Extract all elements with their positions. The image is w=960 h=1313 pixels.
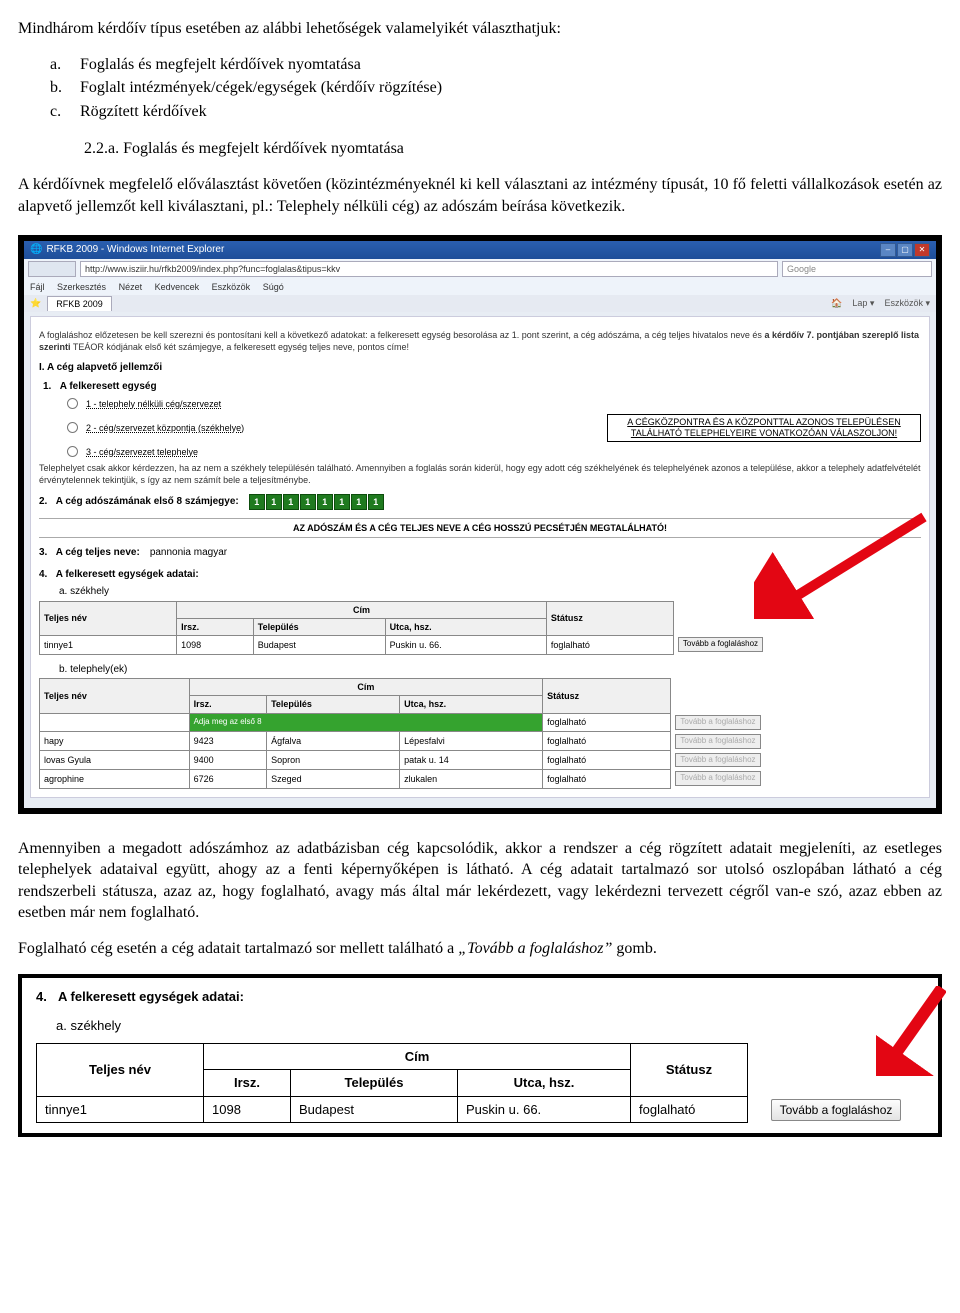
paragraph: Foglalható cég esetén a cég adatait tart… — [18, 938, 942, 960]
tovabb-button: Tovább a foglaláshoz — [675, 771, 760, 786]
sub-a-label: a. székhely — [59, 585, 921, 599]
browser-search-field[interactable]: Google — [782, 261, 932, 277]
szekhely-table-detail: Teljes név Cím Státusz Irsz. Település U… — [36, 1043, 924, 1124]
section-heading: 2.2.a. Foglalás és megfejelt kérdőívek n… — [84, 138, 942, 160]
sub-a-label: a. székhely — [56, 1017, 924, 1035]
page-menu[interactable]: Lap ▾ — [852, 297, 874, 309]
address-bar-row: http://www.isziir.hu/rfkb2009/index.php?… — [24, 259, 936, 279]
detail-panel: 4.A felkeresett egységek adatai: a. szék… — [18, 974, 942, 1138]
telephely-note: Telephelyet csak akkor kérdezzen, ha az … — [39, 462, 921, 486]
paragraph: A kérdőívnek megfelelő előválasztást köv… — [18, 174, 942, 217]
menu-item[interactable]: Fájl — [30, 282, 45, 292]
table-row: hapy9423ÁgfalvaLépesfalvifoglalhatóTováb… — [40, 732, 922, 751]
tovabb-button[interactable]: Tovább a foglaláshoz — [771, 1099, 902, 1121]
radio-option-3[interactable]: 3 - cég/szervezet telephelye — [67, 446, 921, 458]
table-row: agrophine6726SzegedzlukalenfoglalhatóTov… — [40, 769, 922, 788]
company-name-value: pannonia magyar — [150, 546, 227, 560]
browser-window: 🌐 RFKB 2009 - Windows Internet Explorer … — [18, 235, 942, 814]
q2-row: 2. A cég adószámának első 8 számjegye: 1… — [39, 494, 921, 510]
menu-item[interactable]: Súgó — [263, 282, 284, 292]
sub-b-label: b. telephely(ek) — [59, 663, 921, 677]
q4-heading: 4.A felkeresett egységek adatai: — [36, 988, 924, 1006]
browser-tab[interactable]: RFKB 2009 — [47, 296, 112, 310]
tovabb-button: Tovább a foglaláshoz — [675, 753, 760, 768]
menu-item[interactable]: Nézet — [119, 282, 143, 292]
radio-option-2[interactable]: 2 - cég/szervezet központja (székhelye) — [67, 422, 591, 434]
paragraph: Amennyiben a megadott adószámhoz az adat… — [18, 838, 942, 924]
radio-option-1[interactable]: 1 - telephely nélküli cég/szervezet — [67, 398, 921, 410]
q1-label: 1. A felkeresett egység — [43, 380, 921, 394]
list-item: c.Rögzített kérdőívek — [50, 101, 942, 123]
home-icon[interactable]: 🏠 — [831, 297, 842, 309]
menu-item[interactable]: Kedvencek — [155, 282, 200, 292]
table-row-hint: Adja meg az első 8 foglalható Tovább a f… — [40, 713, 922, 732]
url-field[interactable]: http://www.isziir.hu/rfkb2009/index.php?… — [80, 261, 778, 277]
q4-label: 4. A felkeresett egységek adatai: — [39, 568, 921, 582]
tovabb-button: Tovább a foglaláshoz — [675, 715, 760, 730]
note-box: A CÉGKÖZPONTRA ÉS A KÖZPONTTAL AZONOS TE… — [607, 414, 921, 442]
telephely-table: Teljes név Cím Státusz Irsz. Település U… — [39, 678, 921, 788]
minimize-button[interactable]: – — [880, 243, 896, 257]
ie-icon: 🌐 — [30, 243, 42, 257]
section-1-title: I. A cég alapvető jellemzői — [39, 361, 921, 375]
menu-item[interactable]: Eszközök — [212, 282, 251, 292]
options-list: a.Foglalás és megfejelt kérdőívek nyomta… — [50, 54, 942, 123]
page-content: A foglaláshoz előzetesen be kell szerezn… — [30, 316, 930, 798]
browser-menu-bar: Fájl Szerkesztés Nézet Kedvencek Eszközö… — [24, 279, 936, 295]
q3-row: 3. A cég teljes neve: pannonia magyar — [39, 546, 921, 560]
window-titlebar: 🌐 RFKB 2009 - Windows Internet Explorer … — [24, 241, 936, 259]
list-item: a.Foglalás és megfejelt kérdőívek nyomta… — [50, 54, 942, 76]
list-item: b.Foglalt intézmények/cégek/egységek (ké… — [50, 77, 942, 99]
szekhely-table: Teljes név Cím Státusz Irsz. Település U… — [39, 601, 921, 655]
window-title: RFKB 2009 - Windows Internet Explorer — [46, 243, 224, 257]
tovabb-button: Tovább a foglaláshoz — [675, 734, 760, 749]
intro-text: Mindhárom kérdőív típus esetében az aláb… — [18, 18, 942, 40]
tools-menu[interactable]: Eszközök ▾ — [884, 297, 930, 309]
table-row: lovas Gyula9400Sopronpatak u. 14foglalha… — [40, 751, 922, 770]
favorites-icon[interactable]: ⭐ — [30, 297, 41, 309]
maximize-button[interactable]: ▢ — [897, 243, 913, 257]
tax-number-digits[interactable]: 11111111 — [249, 494, 384, 510]
center-note: AZ ADÓSZÁM ÉS A CÉG TELJES NEVE A CÉG HO… — [39, 518, 921, 538]
form-intro: A foglaláshoz előzetesen be kell szerezn… — [39, 329, 921, 353]
close-button[interactable]: ✕ — [914, 243, 930, 257]
menu-item[interactable]: Szerkesztés — [57, 282, 106, 292]
browser-tabbar: ⭐ RFKB 2009 🏠 Lap ▾ Eszközök ▾ — [24, 295, 936, 311]
table-row: tinnye1 1098 Budapest Puskin u. 66. fogl… — [40, 635, 922, 654]
nav-arrows[interactable] — [28, 261, 76, 277]
table-row: tinnye1 1098 Budapest Puskin u. 66. fogl… — [37, 1096, 925, 1123]
tovabb-button[interactable]: Tovább a foglaláshoz — [678, 637, 763, 652]
